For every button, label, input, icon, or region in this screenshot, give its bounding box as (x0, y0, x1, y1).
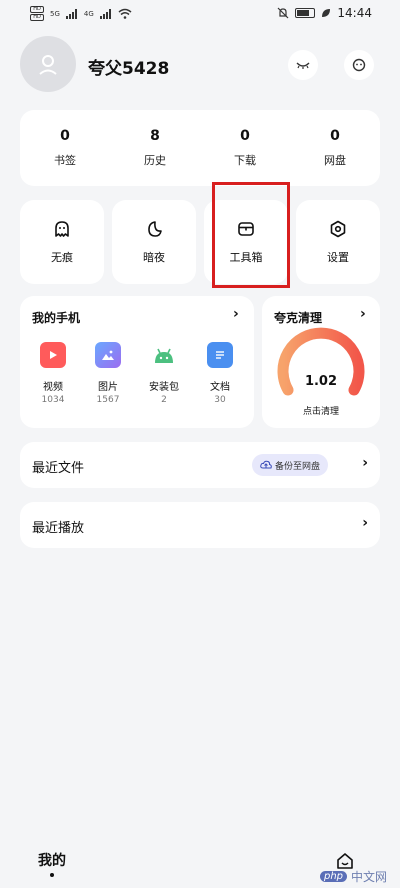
username[interactable]: 夸父5428 (88, 54, 169, 79)
assistant-icon (352, 58, 366, 72)
highlight-box (212, 182, 290, 288)
stat-number: 0 (330, 128, 340, 144)
stat-label: 书签 (54, 154, 76, 167)
cloud-upload-icon (260, 460, 272, 469)
nav-tab-mine[interactable]: 我的 (38, 850, 66, 870)
recent-play-title: 最近播放 (32, 521, 85, 536)
signal-icon-2 (99, 8, 111, 19)
stat-label: 网盘 (324, 154, 346, 167)
sim1-label: HD (30, 6, 44, 13)
recent-files-title: 最近文件 (32, 461, 85, 476)
media-name: 文档 (210, 382, 230, 393)
clean-button[interactable]: 点击清理 (262, 404, 380, 417)
media-images[interactable]: 图片 1567 (82, 342, 134, 405)
my-phone-title: 我的手机 (32, 311, 81, 325)
wifi-icon (118, 8, 132, 19)
signal-icon (65, 8, 77, 19)
stat-history[interactable]: 8 历史 (110, 110, 200, 186)
battery-icon (295, 8, 316, 18)
avatar[interactable] (20, 36, 76, 92)
stats-card: 0 书签 8 历史 0 下载 0 网盘 (20, 110, 380, 186)
media-name: 安装包 (149, 382, 179, 393)
media-name: 图片 (98, 382, 118, 393)
video-icon (40, 342, 66, 368)
cleaner-card[interactable]: 夸克清理 › 1.02 点击清理 (262, 296, 380, 428)
tool-label: 无痕 (51, 251, 73, 264)
stat-cloud-drive[interactable]: 0 网盘 (290, 110, 380, 186)
media-documents[interactable]: 文档 30 (194, 342, 246, 405)
stat-label: 下载 (234, 154, 256, 167)
sim-indicator: HD HD (30, 6, 44, 21)
ghost-icon (52, 219, 72, 239)
android-icon (151, 342, 177, 368)
backup-label: 备份至网盘 (275, 461, 321, 472)
recent-files-row[interactable]: 最近文件 备份至网盘 › (20, 442, 380, 488)
signal1-label: 5G (50, 9, 60, 18)
sim2-label: HD (30, 14, 44, 21)
watermark-text: 中文网 (351, 870, 388, 884)
quick-action-button[interactable] (288, 50, 318, 80)
chevron-right-icon[interactable]: › (233, 306, 239, 322)
tool-settings[interactable]: 设置 (296, 200, 380, 284)
watermark: php 中文网 (320, 868, 387, 885)
settings-icon (328, 219, 348, 239)
stat-number: 0 (60, 128, 70, 144)
user-icon (39, 55, 57, 75)
media-count: 2 (161, 395, 167, 405)
stat-label: 历史 (144, 154, 166, 167)
media-name: 视频 (43, 382, 63, 393)
leaf-icon (322, 9, 331, 17)
my-phone-card[interactable]: 我的手机 › 视频 1034 图片 1567 安装包 2 文档 30 (20, 296, 254, 428)
tool-label: 暗夜 (143, 251, 165, 264)
watermark-badge: php (320, 871, 348, 882)
mute-bell-icon (277, 7, 289, 19)
status-bar: HD HD 5G 4G 14:44 (0, 0, 400, 30)
tool-grid: 无痕 暗夜 工具箱 设置 (20, 200, 380, 284)
image-icon (95, 342, 121, 368)
signal2-label: 4G (83, 9, 94, 18)
stat-downloads[interactable]: 0 下载 (200, 110, 290, 186)
moon-icon (144, 219, 164, 239)
eye-closed-icon (296, 62, 310, 69)
media-count: 1034 (41, 395, 65, 405)
stat-number: 8 (150, 128, 160, 144)
tool-incognito[interactable]: 无痕 (20, 200, 104, 284)
chevron-right-icon[interactable]: › (362, 455, 368, 471)
profile-header: 夸父5428 (20, 36, 380, 92)
assistant-button[interactable] (344, 50, 374, 80)
status-left: HD HD 5G 4G (30, 6, 132, 21)
media-apks[interactable]: 安装包 2 (138, 342, 190, 405)
backup-to-cloud-button[interactable]: 备份至网盘 (252, 454, 329, 476)
document-icon (207, 342, 233, 368)
nav-active-dot (50, 873, 54, 877)
chevron-right-icon[interactable]: › (362, 515, 368, 531)
tool-night-mode[interactable]: 暗夜 (112, 200, 196, 284)
media-count: 1567 (96, 395, 120, 405)
recent-play-row[interactable]: 最近播放 › (20, 502, 380, 548)
tool-label: 设置 (327, 251, 349, 264)
gauge-value: 1.02 (304, 374, 338, 389)
stat-bookmarks[interactable]: 0 书签 (20, 110, 110, 186)
media-videos[interactable]: 视频 1034 (27, 342, 79, 405)
status-right: 14:44 (277, 6, 372, 20)
stat-number: 0 (240, 128, 250, 144)
status-time: 14:44 (337, 6, 372, 20)
media-count: 30 (214, 395, 226, 405)
